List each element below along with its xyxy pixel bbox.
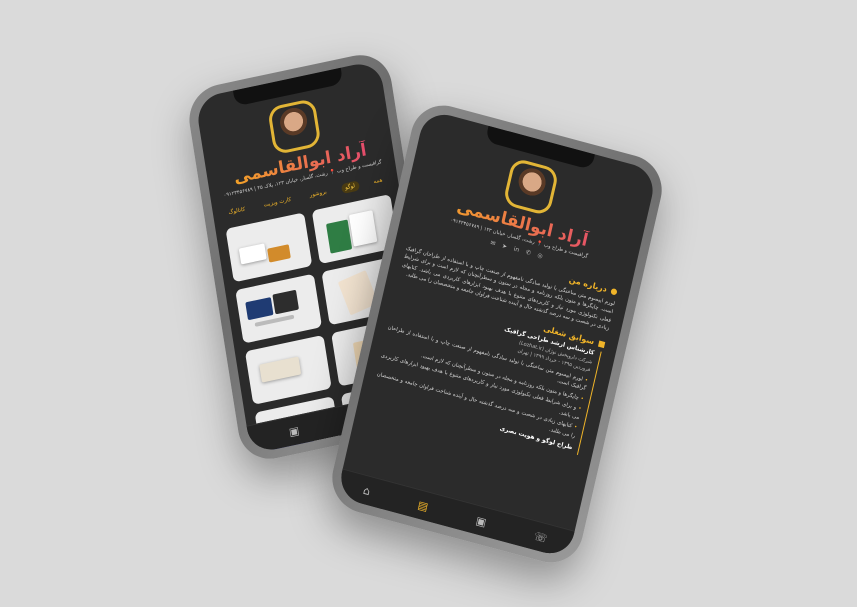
- briefcase-icon: ■: [597, 338, 607, 349]
- phone-notch: [232, 67, 344, 107]
- home-icon[interactable]: ⌂: [362, 483, 372, 497]
- telegram-icon[interactable]: ➤: [501, 242, 507, 250]
- user-icon: ●: [609, 286, 619, 297]
- portfolio-icon[interactable]: ▣: [288, 423, 300, 438]
- portfolio-item[interactable]: [225, 212, 313, 283]
- tab-catalog[interactable]: کاتالوگ: [224, 204, 250, 219]
- email-icon[interactable]: ✉: [490, 239, 496, 247]
- resume-icon[interactable]: ▤: [417, 498, 430, 513]
- phone-notch: [485, 125, 595, 170]
- linkedin-icon[interactable]: in: [513, 246, 520, 254]
- instagram-icon[interactable]: ◎: [537, 252, 544, 260]
- portfolio-item[interactable]: [235, 273, 323, 344]
- tab-all[interactable]: همه: [369, 175, 387, 188]
- tab-brochure[interactable]: بروشور: [305, 186, 331, 201]
- tab-business-card[interactable]: کارت ویزیت: [259, 194, 296, 211]
- avatar: [502, 157, 560, 217]
- whatsapp-icon[interactable]: ✆: [525, 249, 531, 257]
- portfolio-item[interactable]: [244, 334, 332, 405]
- about-section: ● درباره من لورم ایپسوم متن ساختگی با تول…: [360, 230, 630, 458]
- avatar: [267, 97, 322, 156]
- bottom-nav: ☏ ▣ ▤ ⌂: [336, 468, 575, 559]
- tab-logo[interactable]: لوگو: [340, 180, 360, 195]
- phone-icon[interactable]: ☏: [533, 529, 549, 545]
- profile-photo: [505, 160, 556, 213]
- portfolio-icon[interactable]: ▣: [475, 513, 488, 528]
- profile-photo: [270, 101, 319, 152]
